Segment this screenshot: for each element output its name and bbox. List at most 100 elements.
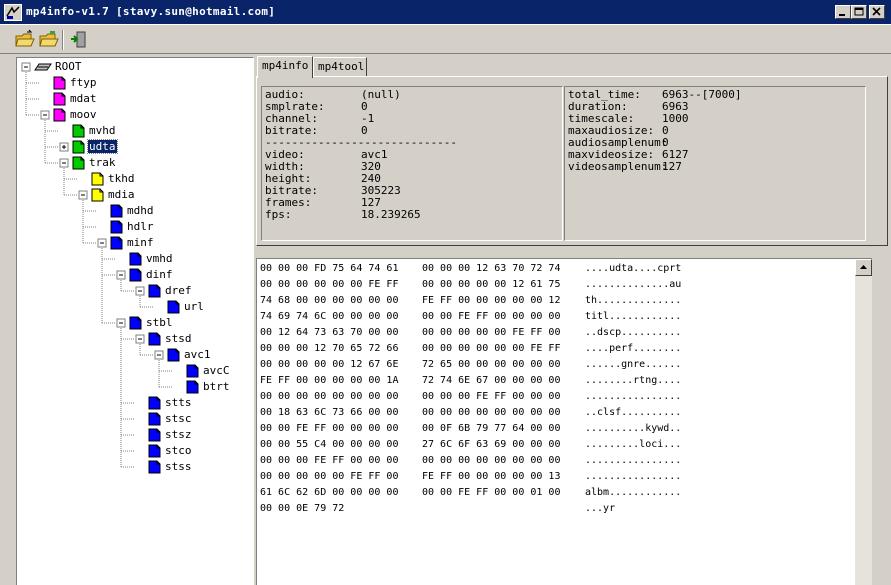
atom-stss-icon [148, 460, 161, 474]
open-folder-alt-icon[interactable] [38, 29, 60, 51]
atom-stsd-icon [148, 332, 161, 346]
exit-icon[interactable] [68, 29, 90, 51]
hex-ascii: ...yr [585, 503, 616, 514]
atom-dinf-icon [129, 268, 142, 282]
hex-bytes-left: 00 12 64 73 63 70 00 00 [260, 327, 399, 338]
tree-node-mdia[interactable]: mdia [107, 188, 136, 201]
atom-hdlr-icon [110, 220, 123, 234]
atom-avc1-icon [167, 348, 180, 362]
close-button[interactable] [869, 5, 885, 19]
tree-node-mdhd[interactable]: mdhd [126, 204, 155, 217]
open-folder-icon[interactable] [14, 29, 36, 51]
minimize-icon [839, 14, 845, 16]
hex-ascii: albm............ [585, 487, 682, 498]
hex-bytes-left: 74 69 74 6C 00 00 00 00 [260, 311, 399, 322]
collapse-icon[interactable] [21, 62, 31, 72]
hex-bytes-right: 00 00 00 00 00 00 00 00 [422, 407, 561, 418]
tree-node-minf[interactable]: minf [126, 236, 155, 249]
scroll-up-button[interactable] [855, 259, 872, 276]
hex-bytes-left: 00 00 00 12 70 65 72 66 [260, 343, 399, 354]
atom-tree[interactable]: ROOT ftyp mdat moov mvhd udta trak tkhd mdia mdhd… [16, 57, 254, 585]
atom-url-icon [167, 300, 180, 314]
hex-bytes-right: 27 6C 6F 63 69 00 00 00 [422, 439, 561, 450]
root-drive-icon [34, 63, 52, 71]
atom-tkhd-icon [91, 172, 104, 186]
scroll-up-icon [860, 265, 867, 269]
hex-ascii: th.............. [585, 295, 682, 306]
hex-bytes-left: 00 00 FE FF 00 00 00 00 [260, 423, 399, 434]
tree-node-mvhd[interactable]: mvhd [88, 124, 117, 137]
atom-ftyp-icon [53, 76, 66, 90]
atom-minf-icon [110, 236, 123, 250]
info-value: 127 [662, 160, 682, 173]
atom-mdia-icon [91, 188, 104, 202]
title-bar: mp4info-v1.7 [stavy.sun@hotmail.com] [0, 0, 891, 25]
tree-node-ftyp[interactable]: ftyp [69, 76, 98, 89]
tab-mp4info[interactable]: mp4info [257, 56, 313, 78]
tree-node-stco[interactable]: stco [164, 444, 193, 457]
hex-bytes-left: 00 00 00 00 00 FE FF 00 [260, 471, 399, 482]
tree-node-tkhd[interactable]: tkhd [107, 172, 136, 185]
collapse-icon[interactable] [154, 350, 164, 360]
tree-node-hdlr[interactable]: hdlr [126, 220, 155, 233]
tree-node-stss[interactable]: stss [164, 460, 193, 473]
tree-node-avc1[interactable]: avc1 [183, 348, 212, 361]
hex-ascii: ....perf........ [585, 343, 682, 354]
tree-node-stsz[interactable]: stsz [164, 428, 193, 441]
hex-bytes-left: 00 00 00 00 00 00 FE FF [260, 279, 399, 290]
hex-bytes-left: 00 00 55 C4 00 00 00 00 [260, 439, 399, 450]
tree-node-moov[interactable]: moov [69, 108, 98, 121]
hex-bytes-left: FE FF 00 00 00 00 00 1A [260, 375, 399, 386]
tree-node-btrt[interactable]: btrt [202, 380, 231, 393]
hex-bytes-right: FE FF 00 00 00 00 00 13 [422, 471, 561, 482]
tab-mp4tool[interactable]: mp4tool [313, 57, 367, 77]
collapse-icon[interactable] [97, 238, 107, 248]
expand-icon[interactable] [59, 142, 69, 152]
tree-node-stsc[interactable]: stsc [164, 412, 193, 425]
collapse-icon[interactable] [135, 286, 145, 296]
hex-scrollbar[interactable] [855, 259, 872, 585]
hex-bytes-left: 00 00 00 FE FF 00 00 00 [260, 455, 399, 466]
hex-ascii: .........loci... [585, 439, 682, 450]
tree-node-root[interactable]: ROOT [54, 60, 83, 73]
atom-mvhd-icon [72, 124, 85, 138]
minimize-button[interactable] [835, 5, 851, 19]
tree-node-stts[interactable]: stts [164, 396, 193, 409]
tree-node-udta[interactable]: udta [87, 139, 118, 154]
info-key: videosamplenum: [568, 160, 668, 173]
hex-ascii: ......gnre...... [585, 359, 682, 370]
hex-bytes-right: 00 0F 6B 79 77 64 00 00 [422, 423, 561, 434]
maximize-button[interactable] [851, 5, 867, 19]
hex-bytes-right: 00 00 00 00 00 FE FF 00 [422, 327, 561, 338]
collapse-icon[interactable] [59, 158, 69, 168]
collapse-icon[interactable] [40, 110, 50, 120]
tree-node-dref[interactable]: dref [164, 284, 193, 297]
collapse-icon[interactable] [78, 190, 88, 200]
hex-ascii: ................ [585, 391, 682, 402]
collapse-icon[interactable] [116, 270, 126, 280]
tree-node-url[interactable]: url [183, 300, 205, 313]
atom-stbl-icon [129, 316, 142, 330]
tree-node-mdat[interactable]: mdat [69, 92, 98, 105]
window-frame-edge [872, 258, 891, 585]
atom-mdat-icon [53, 92, 66, 106]
maximize-icon [854, 7, 864, 16]
collapse-icon[interactable] [116, 318, 126, 328]
tree-node-stsd[interactable]: stsd [164, 332, 193, 345]
hex-bytes-left: 00 00 00 00 00 12 67 6E [260, 359, 399, 370]
hex-bytes-right: 72 65 00 00 00 00 00 00 [422, 359, 561, 370]
hex-ascii: ..clsf.......... [585, 407, 682, 418]
tree-node-stbl[interactable]: stbl [145, 316, 174, 329]
tree-node-dinf[interactable]: dinf [145, 268, 174, 281]
collapse-icon[interactable] [135, 334, 145, 344]
tree-node-vmhd[interactable]: vmhd [145, 252, 174, 265]
duration-info-box: total_time: 6963--[7000] duration: 6963 time… [564, 86, 866, 241]
atom-trak-icon [72, 156, 85, 170]
tree-node-trak[interactable]: trak [88, 156, 117, 169]
hex-view[interactable]: 00 00 00 FD 75 64 74 61 00 00 00 12 63 70… [256, 258, 873, 585]
hex-ascii: ....udta....cprt [585, 263, 682, 274]
hex-bytes-left: 00 00 00 FD 75 64 74 61 [260, 263, 399, 274]
hex-bytes-right: 00 00 00 00 00 00 00 00 [422, 455, 561, 466]
tree-node-avcc[interactable]: avcC [202, 364, 231, 377]
atom-mdhd-icon [110, 204, 123, 218]
